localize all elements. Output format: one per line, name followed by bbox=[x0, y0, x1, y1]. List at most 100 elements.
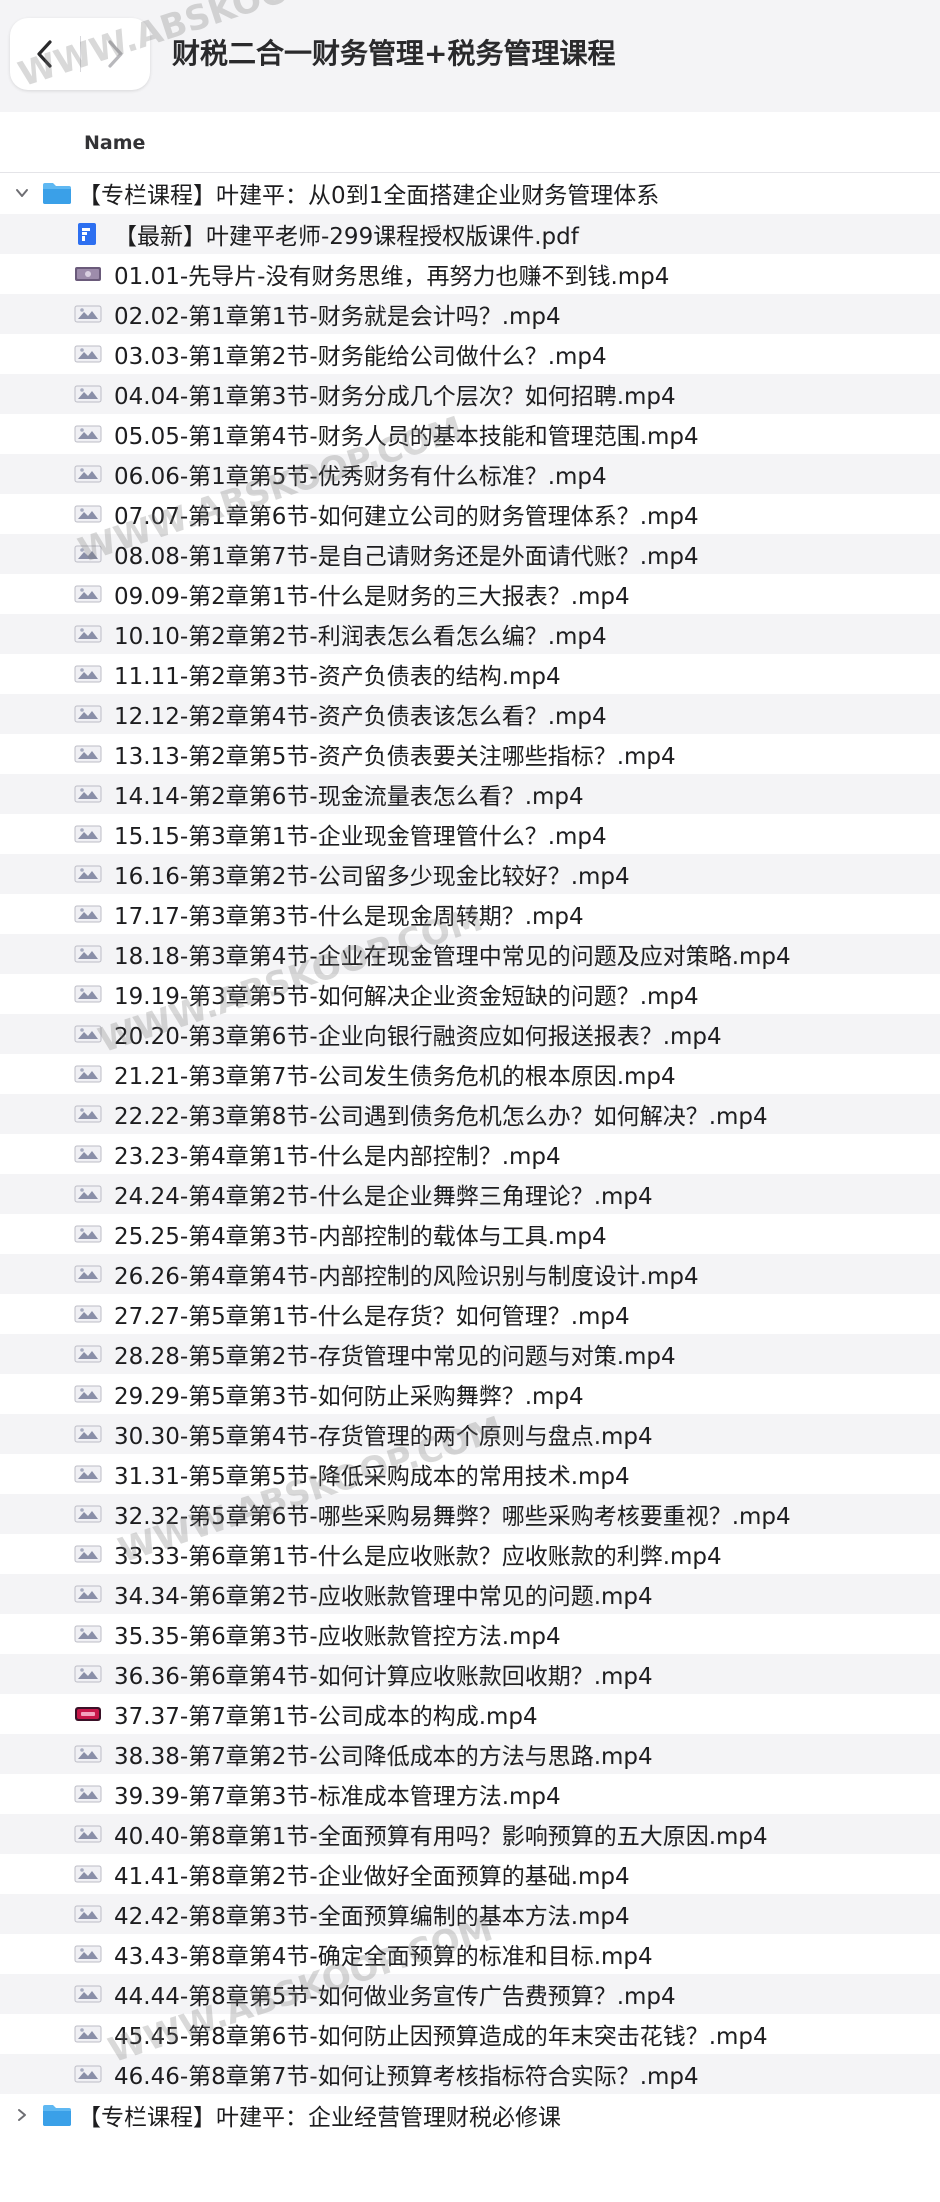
file-name: 08.08-第1章第7节-是自己请财务还是外面请代账？.mp4 bbox=[114, 544, 699, 570]
file-name: 31.31-第5章第5节-降低采购成本的常用技术.mp4 bbox=[114, 1464, 630, 1490]
video-file-icon bbox=[74, 1343, 102, 1365]
forward-button[interactable] bbox=[80, 18, 150, 90]
file-row[interactable]: 18.18-第3章第4节-企业在现金管理中常见的问题及应对策略.mp4 bbox=[0, 934, 940, 974]
file-row[interactable]: 19.19-第3章第5节-如何解决企业资金短缺的问题？.mp4 bbox=[0, 974, 940, 1014]
file-name: 10.10-第2章第2节-利润表怎么看怎么编？.mp4 bbox=[114, 624, 607, 650]
file-row[interactable]: 32.32-第5章第6节-哪些采购易舞弊？哪些采购考核要重视？.mp4 bbox=[0, 1494, 940, 1534]
video-file-icon bbox=[74, 1743, 102, 1765]
file-name: 04.04-第1章第3节-财务分成几个层次？如何招聘.mp4 bbox=[114, 384, 676, 410]
file-row[interactable]: 38.38-第7章第2节-公司降低成本的方法与思路.mp4 bbox=[0, 1734, 940, 1774]
video-file-icon bbox=[74, 1183, 102, 1205]
file-name: 11.11-第2章第3节-资产负债表的结构.mp4 bbox=[114, 664, 561, 690]
file-row[interactable]: 04.04-第1章第3节-财务分成几个层次？如何招聘.mp4 bbox=[0, 374, 940, 414]
file-row[interactable]: 24.24-第4章第2节-什么是企业舞弊三角理论？.mp4 bbox=[0, 1174, 940, 1214]
file-name: 06.06-第1章第5节-优秀财务有什么标准？.mp4 bbox=[114, 464, 607, 490]
file-row[interactable]: 21.21-第3章第7节-公司发生债务危机的根本原因.mp4 bbox=[0, 1054, 940, 1094]
file-row[interactable]: 26.26-第4章第4节-内部控制的风险识别与制度设计.mp4 bbox=[0, 1254, 940, 1294]
file-row[interactable]: 40.40-第8章第1节-全面预算有用吗？影响预算的五大原因.mp4 bbox=[0, 1814, 940, 1854]
folder-icon bbox=[42, 2103, 72, 2127]
file-row[interactable]: 41.41-第8章第2节-企业做好全面预算的基础.mp4 bbox=[0, 1854, 940, 1894]
file-row[interactable]: 42.42-第8章第3节-全面预算编制的基本方法.mp4 bbox=[0, 1894, 940, 1934]
file-row[interactable]: 10.10-第2章第2节-利润表怎么看怎么编？.mp4 bbox=[0, 614, 940, 654]
file-name: 03.03-第1章第2节-财务能给公司做什么？.mp4 bbox=[114, 344, 607, 370]
column-header[interactable]: Name bbox=[0, 112, 940, 173]
file-name: 28.28-第5章第2节-存货管理中常见的问题与对策.mp4 bbox=[114, 1344, 676, 1370]
file-row[interactable]: 13.13-第2章第5节-资产负债表要关注哪些指标？.mp4 bbox=[0, 734, 940, 774]
video-file-icon bbox=[74, 663, 102, 685]
file-row[interactable]: 03.03-第1章第2节-财务能给公司做什么？.mp4 bbox=[0, 334, 940, 374]
file-name: 24.24-第4章第2节-什么是企业舞弊三角理论？.mp4 bbox=[114, 1184, 653, 1210]
file-row[interactable]: 16.16-第3章第2节-公司留多少现金比较好？.mp4 bbox=[0, 854, 940, 894]
file-row[interactable]: 27.27-第5章第1节-什么是存货？如何管理？.mp4 bbox=[0, 1294, 940, 1334]
video-file-icon bbox=[74, 1103, 102, 1125]
file-row[interactable]: 45.45-第8章第6节-如何防止因预算造成的年末突击花钱？.mp4 bbox=[0, 2014, 940, 2054]
chevron-down-icon[interactable] bbox=[14, 185, 30, 201]
video-file-icon bbox=[74, 423, 102, 445]
file-row[interactable]: 39.39-第7章第3节-标准成本管理方法.mp4 bbox=[0, 1774, 940, 1814]
file-name: 32.32-第5章第6节-哪些采购易舞弊？哪些采购考核要重视？.mp4 bbox=[114, 1504, 791, 1530]
file-name: 41.41-第8章第2节-企业做好全面预算的基础.mp4 bbox=[114, 1864, 630, 1890]
file-row[interactable]: 46.46-第8章第7节-如何让预算考核指标符合实际？.mp4 bbox=[0, 2054, 940, 2094]
video-file-icon bbox=[74, 503, 102, 525]
file-row[interactable]: 02.02-第1章第1节-财务就是会计吗？.mp4 bbox=[0, 294, 940, 334]
video-file-icon bbox=[74, 1383, 102, 1405]
file-row[interactable]: 06.06-第1章第5节-优秀财务有什么标准？.mp4 bbox=[0, 454, 940, 494]
file-row[interactable]: 43.43-第8章第4节-确定全面预算的标准和目标.mp4 bbox=[0, 1934, 940, 1974]
file-name: 23.23-第4章第1节-什么是内部控制？.mp4 bbox=[114, 1144, 561, 1170]
file-name: 19.19-第3章第5节-如何解决企业资金短缺的问题？.mp4 bbox=[114, 984, 699, 1010]
file-row[interactable]: 29.29-第5章第3节-如何防止采购舞弊？.mp4 bbox=[0, 1374, 940, 1414]
file-row[interactable]: 23.23-第4章第1节-什么是内部控制？.mp4 bbox=[0, 1134, 940, 1174]
file-row[interactable]: 31.31-第5章第5节-降低采购成本的常用技术.mp4 bbox=[0, 1454, 940, 1494]
file-name: 09.09-第2章第1节-什么是财务的三大报表？.mp4 bbox=[114, 584, 630, 610]
file-name: 34.34-第6章第2节-应收账款管理中常见的问题.mp4 bbox=[114, 1584, 653, 1610]
video-file-icon bbox=[74, 463, 102, 485]
folder-label: 【专栏课程】叶建平：从0到1全面搭建企业财务管理体系 bbox=[78, 183, 660, 209]
file-row[interactable]: 11.11-第2章第3节-资产负债表的结构.mp4 bbox=[0, 654, 940, 694]
file-name: 35.35-第6章第3节-应收账款管控方法.mp4 bbox=[114, 1624, 561, 1650]
back-button[interactable] bbox=[10, 18, 80, 90]
column-header-name[interactable]: Name bbox=[84, 132, 145, 154]
video-file-icon bbox=[74, 623, 102, 645]
file-name: 37.37-第7章第1节-公司成本的构成.mp4 bbox=[114, 1704, 538, 1730]
file-row[interactable]: 28.28-第5章第2节-存货管理中常见的问题与对策.mp4 bbox=[0, 1334, 940, 1374]
file-row[interactable]: 15.15-第3章第1节-企业现金管理管什么？.mp4 bbox=[0, 814, 940, 854]
file-row[interactable]: 33.33-第6章第1节-什么是应收账款？应收账款的利弊.mp4 bbox=[0, 1534, 940, 1574]
file-row[interactable]: 37.37-第7章第1节-公司成本的构成.mp4 bbox=[0, 1694, 940, 1734]
video-file-icon bbox=[74, 303, 102, 325]
file-row[interactable]: 01.01-先导片-没有财务思维，再努力也赚不到钱.mp4 bbox=[0, 254, 940, 294]
file-name: 45.45-第8章第6节-如何防止因预算造成的年末突击花钱？.mp4 bbox=[114, 2024, 768, 2050]
file-row[interactable]: 20.20-第3章第6节-企业向银行融资应如何报送报表？.mp4 bbox=[0, 1014, 940, 1054]
video-file-icon bbox=[74, 1823, 102, 1845]
file-row[interactable]: 08.08-第1章第7节-是自己请财务还是外面请代账？.mp4 bbox=[0, 534, 940, 574]
file-row[interactable]: 12.12-第2章第4节-资产负债表该怎么看？.mp4 bbox=[0, 694, 940, 734]
video-file-icon bbox=[74, 1983, 102, 2005]
folder-row[interactable]: 【专栏课程】叶建平：从0到1全面搭建企业财务管理体系 bbox=[0, 172, 940, 214]
folder-row[interactable]: 【专栏课程】叶建平：企业经营管理财税必修课 bbox=[0, 2094, 940, 2136]
file-name: 42.42-第8章第3节-全面预算编制的基本方法.mp4 bbox=[114, 1904, 630, 1930]
file-name: 25.25-第4章第3节-内部控制的载体与工具.mp4 bbox=[114, 1224, 607, 1250]
file-row[interactable]: 36.36-第6章第4节-如何计算应收账款回收期？.mp4 bbox=[0, 1654, 940, 1694]
file-name: 22.22-第3章第8节-公司遇到债务危机怎么办？如何解决？.mp4 bbox=[114, 1104, 768, 1130]
file-row[interactable]: 17.17-第3章第3节-什么是现金周转期？.mp4 bbox=[0, 894, 940, 934]
chevron-right-icon[interactable] bbox=[14, 2107, 30, 2123]
file-tree: 【专栏课程】叶建平：从0到1全面搭建企业财务管理体系【最新】叶建平老师-299课… bbox=[0, 172, 940, 2136]
file-row[interactable]: 44.44-第8章第5节-如何做业务宣传广告费预算？.mp4 bbox=[0, 1974, 940, 2014]
file-name: 46.46-第8章第7节-如何让预算考核指标符合实际？.mp4 bbox=[114, 2064, 699, 2090]
file-row[interactable]: 34.34-第6章第2节-应收账款管理中常见的问题.mp4 bbox=[0, 1574, 940, 1614]
file-row[interactable]: 【最新】叶建平老师-299课程授权版课件.pdf bbox=[0, 214, 940, 254]
video-file-icon bbox=[74, 1303, 102, 1325]
file-row[interactable]: 25.25-第4章第3节-内部控制的载体与工具.mp4 bbox=[0, 1214, 940, 1254]
file-row[interactable]: 35.35-第6章第3节-应收账款管控方法.mp4 bbox=[0, 1614, 940, 1654]
file-row[interactable]: 14.14-第2章第6节-现金流量表怎么看？.mp4 bbox=[0, 774, 940, 814]
file-row[interactable]: 09.09-第2章第1节-什么是财务的三大报表？.mp4 bbox=[0, 574, 940, 614]
video-file-icon bbox=[74, 903, 102, 925]
video-file-icon bbox=[74, 823, 102, 845]
file-name: 05.05-第1章第4节-财务人员的基本技能和管理范围.mp4 bbox=[114, 424, 699, 450]
file-row[interactable]: 07.07-第1章第6节-如何建立公司的财务管理体系？.mp4 bbox=[0, 494, 940, 534]
file-row[interactable]: 22.22-第3章第8节-公司遇到债务危机怎么办？如何解决？.mp4 bbox=[0, 1094, 940, 1134]
window-title: 财税二合一财务管理+税务管理课程 bbox=[172, 37, 616, 70]
file-row[interactable]: 05.05-第1章第4节-财务人员的基本技能和管理范围.mp4 bbox=[0, 414, 940, 454]
file-row[interactable]: 30.30-第5章第4节-存货管理的两个原则与盘点.mp4 bbox=[0, 1414, 940, 1454]
chevron-right-icon bbox=[108, 40, 123, 68]
video-file-icon bbox=[74, 1463, 102, 1485]
